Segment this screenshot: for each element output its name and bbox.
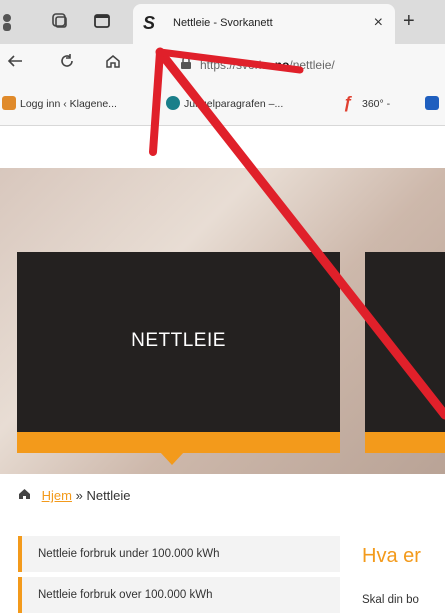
home-icon[interactable] [104, 52, 122, 76]
breadcrumb-current: Nettleie [86, 488, 131, 503]
browser-tab-bar: S Nettleie - Svorkanett × + [0, 0, 445, 44]
bookmark-item[interactable]: 360° - [362, 98, 390, 110]
active-tab[interactable]: S Nettleie - Svorkanett × [133, 4, 395, 44]
page-top-whitespace [0, 126, 445, 168]
tab-actions-icon[interactable] [92, 12, 112, 32]
new-tab-icon[interactable]: + [403, 10, 415, 33]
bookmark-item[interactable]: Logg inn ‹ Klagene... [20, 98, 117, 110]
breadcrumb-home-link[interactable]: Hjem [42, 488, 72, 503]
nettleie-card-pointer [160, 452, 184, 465]
address-bar: https://svorka.no/nettleie/ [0, 44, 445, 84]
breadcrumb: Hjem » Nettleie [18, 488, 131, 503]
home-icon[interactable] [18, 488, 32, 503]
url-prefix: https://svorka. [200, 58, 275, 72]
site-favicon-icon: S [143, 13, 156, 33]
second-card-accent-bar [365, 432, 445, 453]
collections-icon[interactable] [50, 12, 70, 32]
url-input[interactable]: https://svorka.no/nettleie/ [200, 58, 335, 72]
outlook-icon[interactable] [425, 96, 439, 110]
bookmarks-bar: Logg inn ‹ Klagene... Jungelparagrafen –… [0, 84, 445, 126]
back-arrow-icon[interactable] [6, 52, 24, 76]
menu-item-under-100000[interactable]: Nettleie forbruk under 100.000 kWh [18, 536, 340, 572]
bookmark-favicon-icon [2, 96, 16, 110]
second-card[interactable] [365, 252, 445, 432]
content-paragraph: Skal din bo [362, 594, 419, 606]
nettleie-card-title: NETTLEIE [131, 330, 226, 351]
menu-item-over-100000[interactable]: Nettleie forbruk over 100.000 kWh [18, 577, 340, 613]
bookmark-favicon-icon: ƒ [343, 93, 353, 112]
breadcrumb-separator: » [75, 488, 83, 503]
bookmark-item[interactable]: Jungelparagrafen –... [184, 98, 283, 110]
lock-icon[interactable] [180, 56, 192, 70]
refresh-icon[interactable] [58, 52, 76, 76]
url-domain: no [274, 58, 290, 72]
side-menu: Nettleie forbruk under 100.000 kWh Nettl… [18, 536, 340, 613]
profile-icon[interactable] [0, 12, 20, 32]
bookmark-favicon-icon [166, 96, 180, 110]
tab-close-icon[interactable]: × [374, 14, 383, 32]
content-heading: Hva er [362, 545, 421, 567]
url-path: /nettleie/ [289, 58, 335, 72]
tab-title: Nettleie - Svorkanett [173, 17, 273, 29]
nettleie-card-accent-bar [17, 432, 340, 453]
